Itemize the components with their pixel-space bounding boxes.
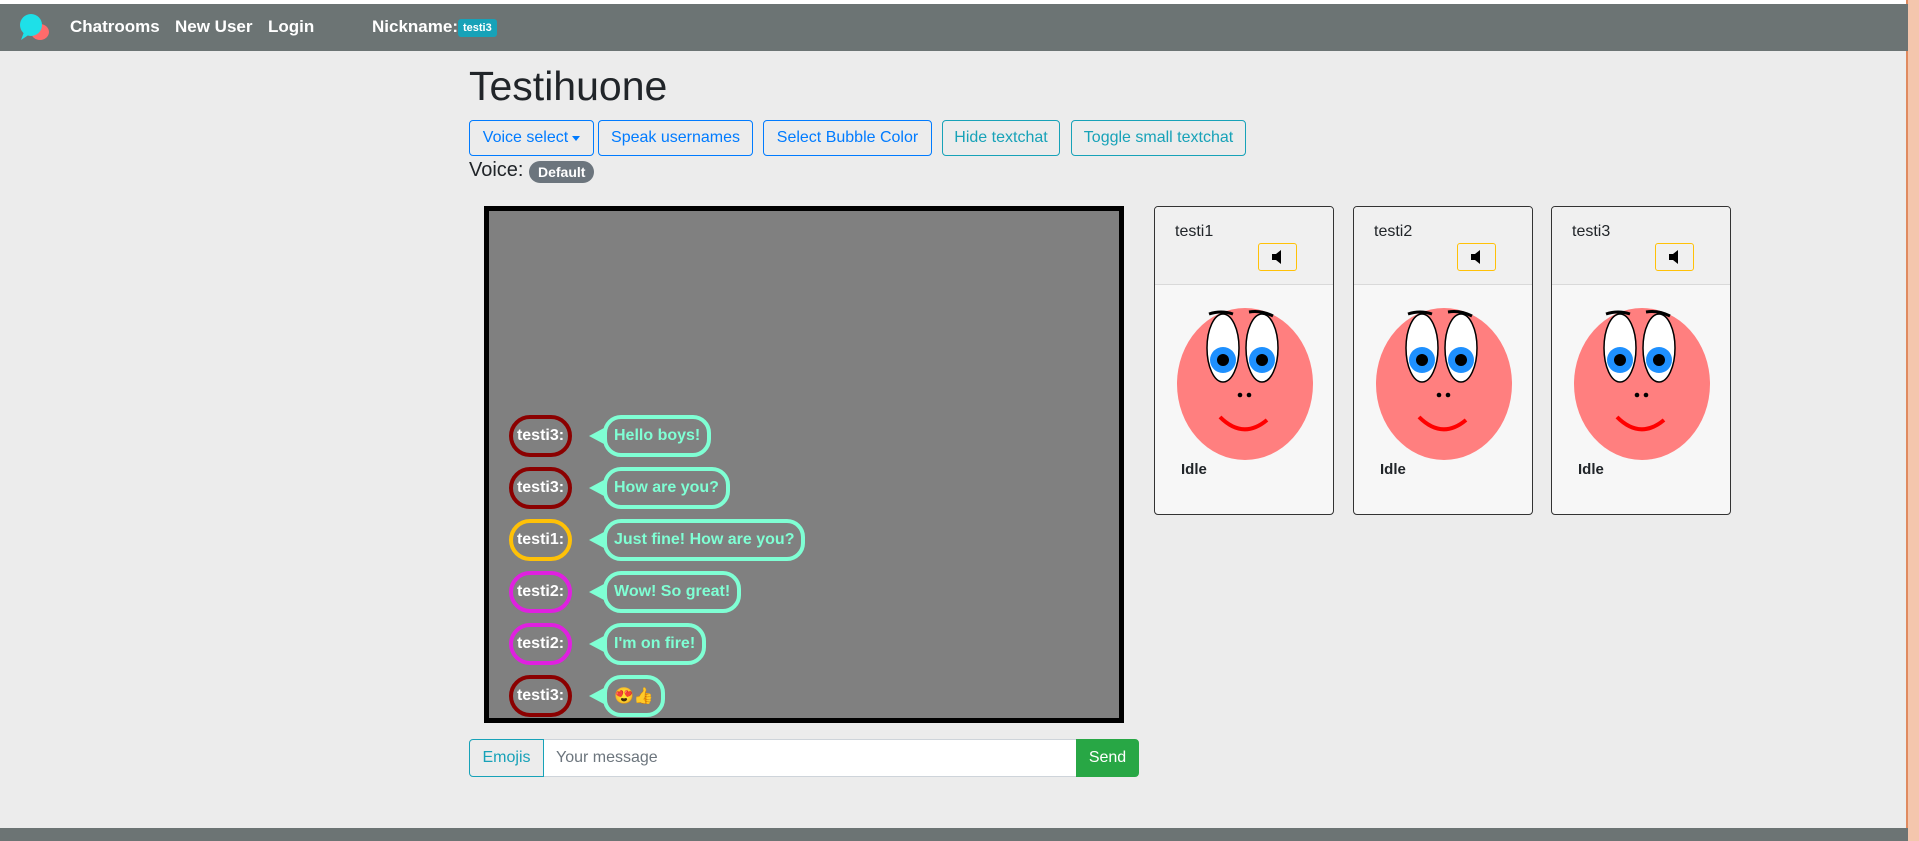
- bubble-tail: [589, 480, 604, 496]
- message-username: testi3:: [509, 415, 572, 457]
- chat-bubbles-logo-icon[interactable]: [18, 13, 52, 43]
- avatar-face: [1177, 308, 1313, 460]
- mute-button[interactable]: [1655, 243, 1694, 271]
- send-button[interactable]: Send: [1076, 739, 1139, 777]
- user-name: testi1: [1175, 223, 1214, 240]
- message-bubble: Just fine! How are you?: [603, 519, 806, 561]
- mute-button[interactable]: [1258, 243, 1297, 271]
- caret-down-icon: [572, 135, 581, 141]
- voice-select-dropdown[interactable]: Voice select: [469, 120, 594, 156]
- emojis-button[interactable]: Emojis: [469, 739, 544, 777]
- avatar-face: [1574, 308, 1710, 460]
- user-card-testi1: testi1 Idle: [1154, 206, 1334, 515]
- message-bubble: I'm on fire!: [603, 623, 707, 665]
- message-username: testi1:: [509, 519, 572, 561]
- user-status: Idle: [1181, 461, 1207, 478]
- message-username: testi3:: [509, 675, 572, 717]
- message-username: testi2:: [509, 623, 572, 665]
- voice-label: Voice:: [469, 159, 524, 181]
- nickname-badge: testi3: [458, 19, 497, 37]
- user-name: testi2: [1374, 223, 1413, 240]
- nav-link-chatrooms[interactable]: Chatrooms: [70, 17, 160, 37]
- bubble-tail: [589, 636, 604, 652]
- nav-link-new-user[interactable]: New User: [175, 17, 252, 37]
- card-header: testi1: [1155, 207, 1333, 285]
- mute-button[interactable]: [1457, 243, 1496, 271]
- scrollbar-track[interactable]: [1908, 0, 1919, 841]
- bubble-tail: [589, 688, 604, 704]
- message-input[interactable]: [544, 739, 1077, 777]
- message-username: testi2:: [509, 571, 572, 613]
- voice-select-label: Voice select: [482, 129, 569, 146]
- message-username: testi3:: [509, 467, 572, 509]
- speaker-icon: [1470, 250, 1480, 264]
- user-card-testi3: testi3 Idle: [1551, 206, 1731, 515]
- user-status: Idle: [1578, 461, 1604, 478]
- select-bubble-color-button[interactable]: Select Bubble Color: [763, 120, 932, 156]
- message-bubble: How are you?: [603, 467, 730, 509]
- speaker-icon: [1668, 250, 1678, 264]
- card-header: testi2: [1354, 207, 1532, 285]
- room-title: Testihuone: [469, 63, 668, 109]
- bubble-tail: [589, 532, 604, 548]
- toggle-small-textchat-button[interactable]: Toggle small textchat: [1071, 120, 1246, 156]
- card-header: testi3: [1552, 207, 1730, 285]
- avatar-face: [1376, 308, 1512, 460]
- nickname-label: Nickname:: [372, 17, 458, 36]
- nav-link-login[interactable]: Login: [268, 17, 314, 37]
- voice-badge: Default: [529, 161, 595, 183]
- hide-textchat-button[interactable]: Hide textchat: [942, 120, 1060, 156]
- message-bubble: Hello boys!: [603, 415, 712, 457]
- chat-canvas: testi3: Hello boys! testi3: How are you?…: [484, 206, 1124, 723]
- speak-usernames-button[interactable]: Speak usernames: [598, 120, 753, 156]
- message-bubble: 😍👍: [603, 675, 665, 717]
- speaker-icon: [1271, 250, 1281, 264]
- user-card-testi2: testi2 Idle: [1353, 206, 1533, 515]
- user-status: Idle: [1380, 461, 1406, 478]
- bubble-tail: [589, 428, 604, 444]
- navbar: Chatrooms New User Login Nickname: testi…: [0, 4, 1908, 51]
- user-name: testi3: [1572, 223, 1611, 240]
- footer-bar: [0, 828, 1908, 841]
- message-bubble: Wow! So great!: [603, 571, 742, 613]
- bubble-tail: [589, 584, 604, 600]
